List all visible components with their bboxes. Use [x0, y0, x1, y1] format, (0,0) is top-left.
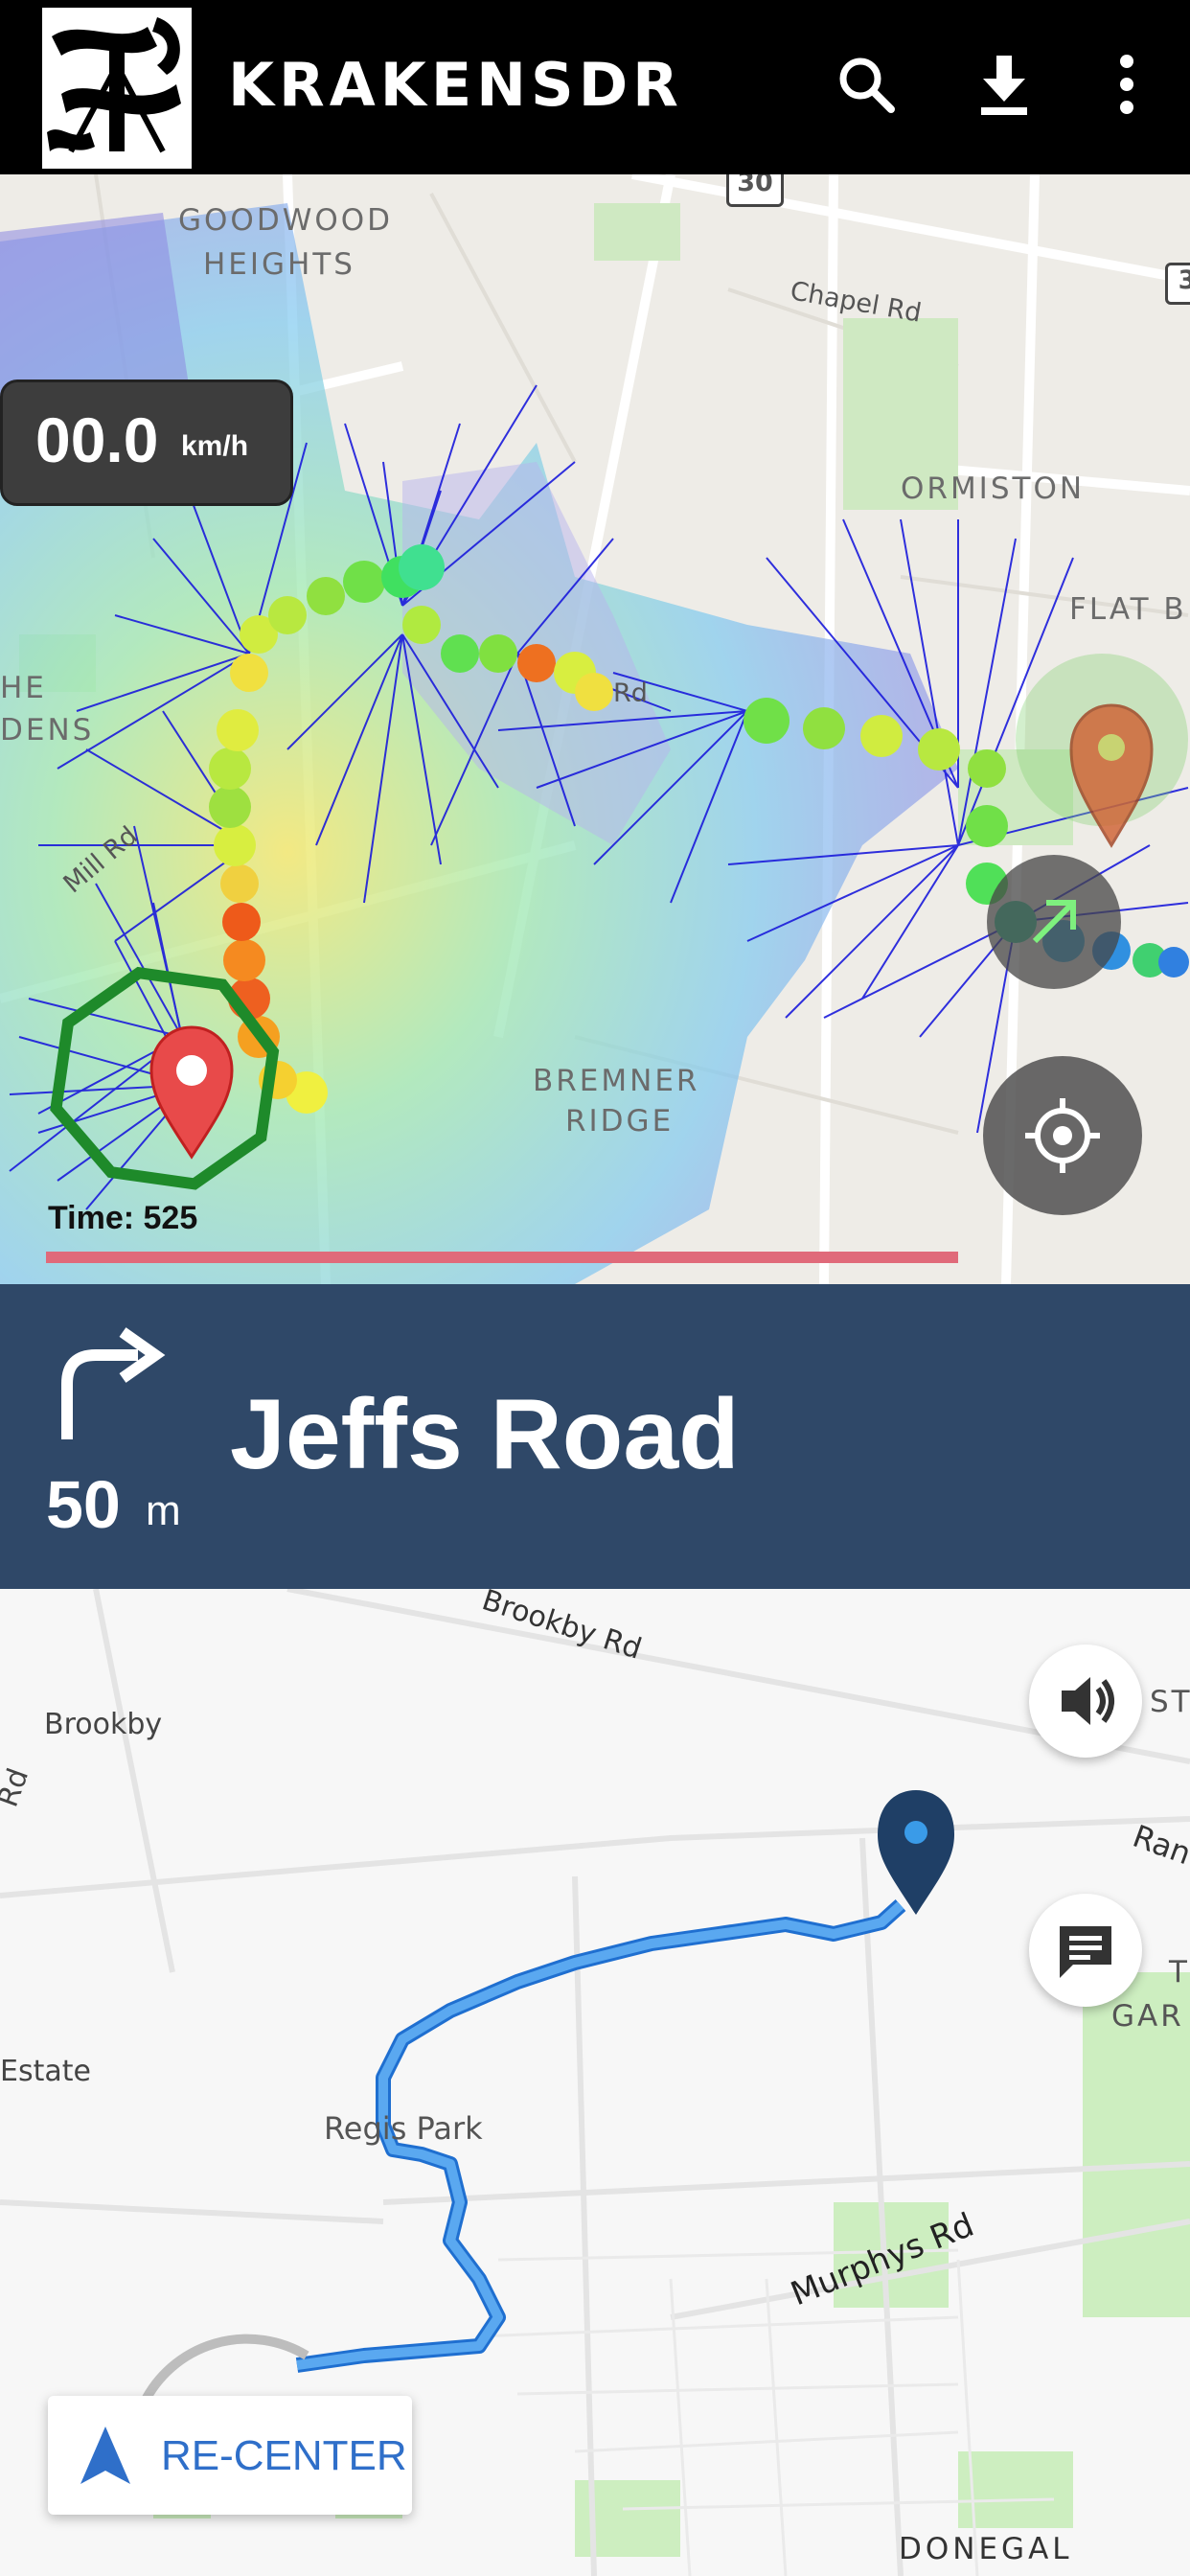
time-label: Time: 525	[48, 1200, 198, 1236]
place-donegal: DONEGAL	[899, 2532, 1073, 2566]
locate-icon	[1025, 1098, 1100, 1173]
sound-button[interactable]	[1029, 1644, 1142, 1758]
place-goodwood: GOODWOOD	[178, 203, 394, 238]
route-shield-3: 3	[1165, 263, 1190, 305]
kraken-map[interactable]: 30 3 GOODWOOD HEIGHTS ORMISTON FLAT B HE…	[0, 174, 1190, 1284]
place-gardens-2: DENS	[0, 713, 95, 748]
place-ridge: RIDGE	[565, 1104, 675, 1138]
speed-display: 00.0 km/h	[0, 380, 293, 506]
street-name: Jeffs Road	[230, 1379, 740, 1490]
place-brookby: Brookby	[44, 1708, 163, 1741]
place-flat-bush: FLAT B	[1069, 592, 1187, 627]
app-title: KRAKENSDR	[228, 50, 683, 120]
speed-unit: km/h	[181, 430, 249, 462]
distance-value: 50	[46, 1467, 121, 1542]
app-bar: KRAKENSDR	[0, 0, 1190, 174]
download-icon[interactable]	[970, 50, 1039, 119]
place-estate: Estate	[0, 2055, 91, 2088]
place-gardens-1: HE	[0, 671, 47, 705]
place-ormiston: ORMISTON	[901, 472, 1086, 506]
search-icon[interactable]	[832, 50, 901, 119]
direction-marker	[987, 855, 1121, 989]
message-button[interactable]	[1029, 1894, 1142, 2007]
volume-icon	[1062, 1677, 1114, 1725]
krakensdr-logo	[42, 8, 192, 169]
distance-unit: m	[146, 1487, 181, 1534]
direction-arrow-icon	[1032, 900, 1076, 944]
message-icon	[1060, 1926, 1111, 1978]
route-shield-30: 30	[726, 174, 784, 207]
place-t: T	[1169, 1955, 1190, 1990]
speed-value: 00.0	[35, 404, 159, 475]
time-bar[interactable]	[46, 1252, 958, 1263]
place-bremner: BREMNER	[533, 1064, 700, 1098]
road-rd: Rd	[613, 678, 648, 708]
navigation-arrow-icon	[80, 2426, 130, 2484]
turn-right-icon	[61, 1327, 166, 1439]
place-heights: HEIGHTS	[203, 247, 355, 282]
recenter-label: RE-CENTER	[161, 2432, 407, 2479]
locate-button[interactable]	[983, 1056, 1142, 1215]
place-regis-park: Regis Park	[324, 2110, 483, 2147]
recenter-button[interactable]: RE-CENTER	[48, 2396, 412, 2515]
more-vert-icon[interactable]	[1092, 50, 1161, 119]
place-sto: STO	[1150, 1685, 1190, 1719]
